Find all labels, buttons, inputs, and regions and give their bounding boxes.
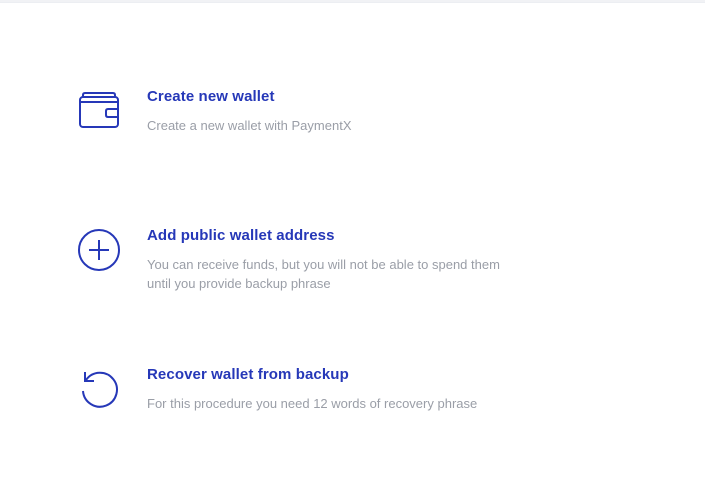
option-description: Create a new wallet with PaymentX <box>147 118 352 133</box>
wallet-icon <box>76 88 122 134</box>
option-description-line: You can receive funds, but you will not … <box>147 257 500 272</box>
option-description-line: until you provide backup phrase <box>147 276 331 291</box>
option-title: Recover wallet from backup <box>147 366 349 383</box>
option-title: Add public wallet address <box>147 227 335 244</box>
wallet-options-list: Create new wallet Create a new wallet wi… <box>0 0 705 495</box>
option-title: Create new wallet <box>147 88 275 105</box>
add-public-wallet-address-option[interactable]: Add public wallet address You can receiv… <box>76 225 676 293</box>
recover-wallet-option[interactable]: Recover wallet from backup For this proc… <box>76 364 676 413</box>
option-description: For this procedure you need 12 words of … <box>147 396 478 411</box>
plus-circle-icon <box>76 227 122 273</box>
option-description: You can receive funds, but you will not … <box>147 255 500 293</box>
restore-icon <box>76 366 122 412</box>
create-new-wallet-option[interactable]: Create new wallet Create a new wallet wi… <box>76 86 676 135</box>
